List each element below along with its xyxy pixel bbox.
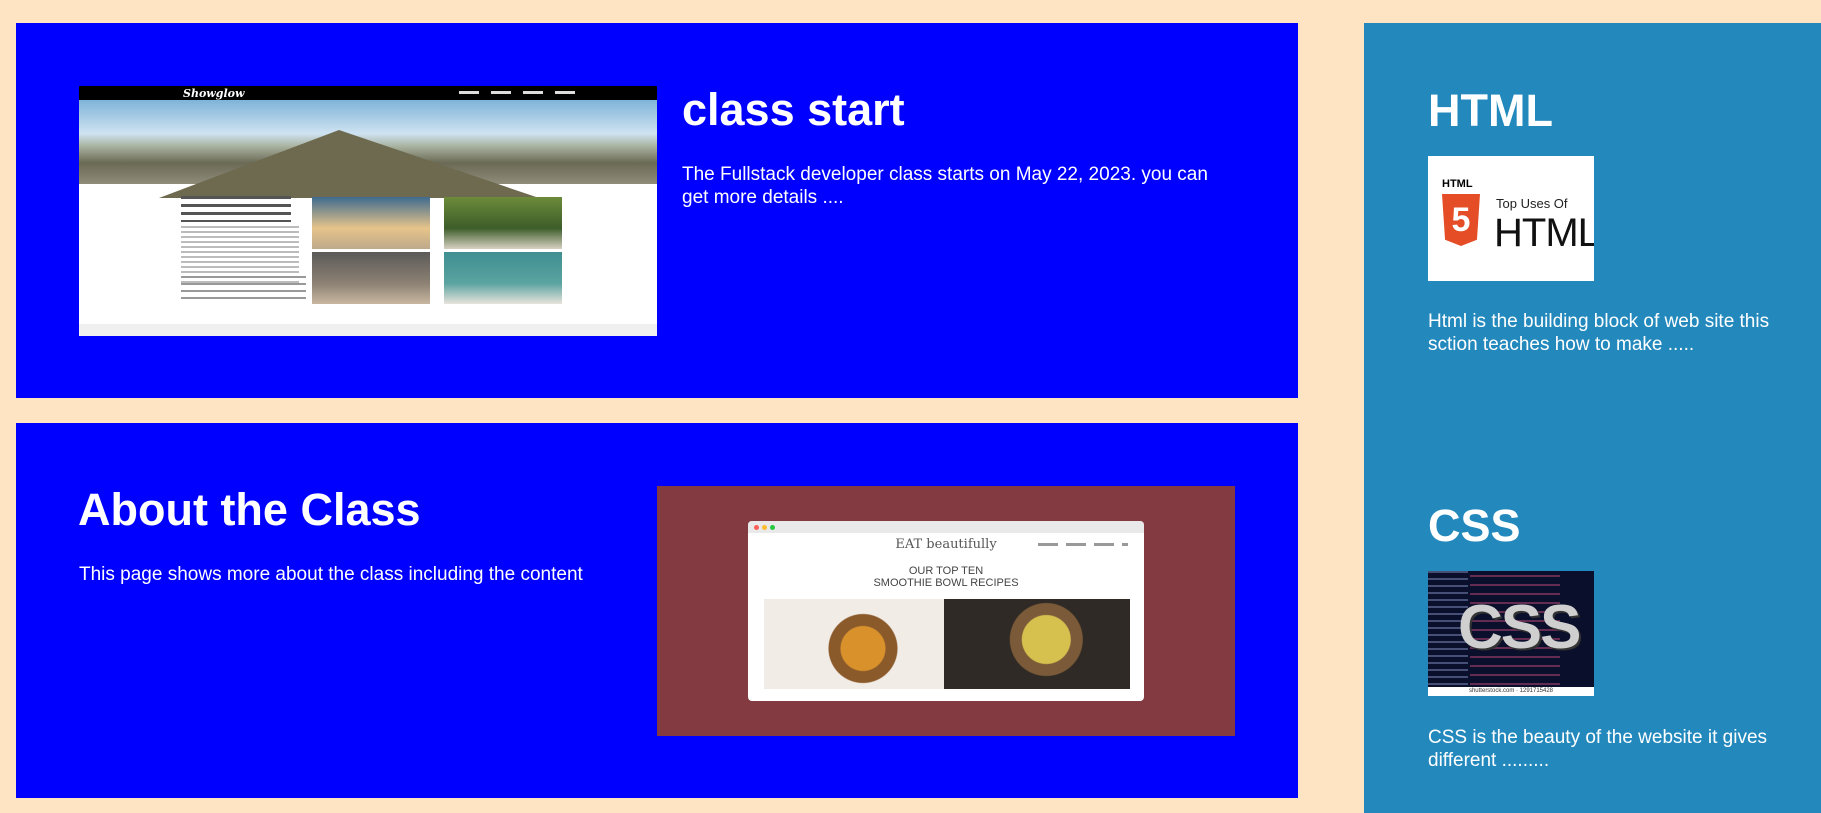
html-top-uses: Top Uses Of xyxy=(1496,196,1568,211)
image-logo: Showglow xyxy=(183,87,245,100)
html-image: HTML 5 Top Uses Of HTML xyxy=(1428,156,1594,281)
image-headline xyxy=(181,196,291,222)
image-hero xyxy=(79,100,657,198)
css-title: CSS xyxy=(1428,500,1521,551)
html-big-label: HTML xyxy=(1494,211,1594,255)
close-dot-icon xyxy=(754,525,759,530)
html-text: Html is the building block of web site t… xyxy=(1428,311,1770,355)
image-subtitle: OUR TOP TEN SMOOTHIE BOWL RECIPES xyxy=(748,565,1144,589)
html5-shield-icon: 5 xyxy=(1442,194,1480,246)
about-image: EAT beautifully OUR TOP TEN SMOOTHIE BOW… xyxy=(657,486,1235,736)
about-text: This page shows more about the class inc… xyxy=(79,564,583,585)
image-list xyxy=(181,276,306,304)
image-footer xyxy=(79,324,657,336)
image-subtitle-line-2: SMOOTHIE BOWL RECIPES xyxy=(873,577,1019,589)
class-start-title: class start xyxy=(682,84,905,135)
image-credit: shutterstock.com · 1291715428 xyxy=(1428,687,1594,696)
image-canvas-4 xyxy=(444,252,562,304)
smoothie-bowl-2 xyxy=(944,599,1130,689)
image-canvas-3 xyxy=(312,252,430,304)
about-title: About the Class xyxy=(78,484,421,535)
class-start-text: The Fullstack developer class starts on … xyxy=(682,164,1208,208)
html-small-label: HTML xyxy=(1442,178,1473,190)
css-big-label: CSS xyxy=(1458,593,1581,662)
image-browser-bar xyxy=(748,521,1144,533)
css-text: CSS is the beauty of the website it give… xyxy=(1428,727,1768,771)
smoothie-bowl-1 xyxy=(764,599,944,689)
image-canvas-2 xyxy=(444,197,562,249)
image-canvas-1 xyxy=(312,197,430,249)
class-start-image: Showglow xyxy=(79,86,657,336)
mountain-shape xyxy=(159,130,539,198)
image-menu xyxy=(1038,543,1128,546)
image-nav xyxy=(459,91,579,94)
html-title: HTML xyxy=(1428,85,1553,136)
css-image: CSS shutterstock.com · 1291715428 xyxy=(1428,571,1594,696)
minimize-dot-icon xyxy=(762,525,767,530)
maximize-dot-icon xyxy=(770,525,775,530)
image-subtitle-line-1: OUR TOP TEN xyxy=(908,565,984,577)
image-browser-window: EAT beautifully OUR TOP TEN SMOOTHIE BOW… xyxy=(748,521,1144,701)
image-topbar: Showglow xyxy=(79,86,657,100)
